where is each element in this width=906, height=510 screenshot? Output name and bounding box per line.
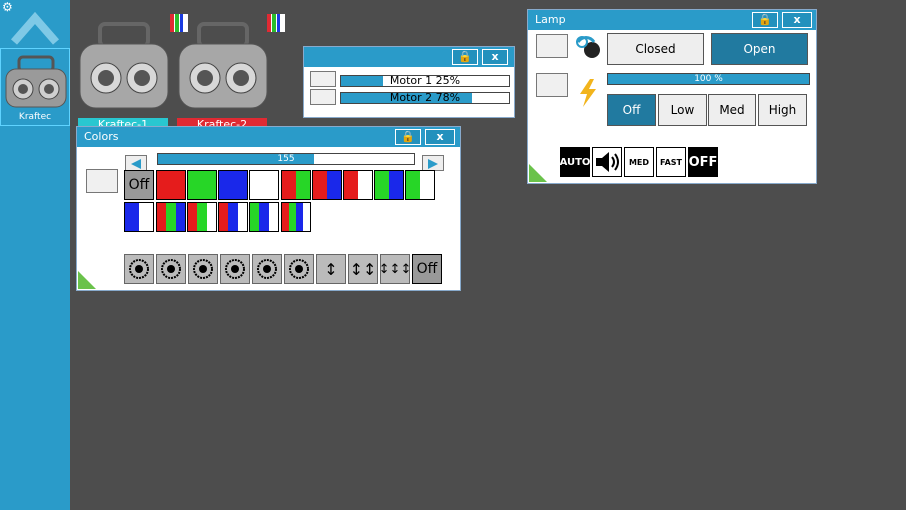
color-tile[interactable]	[124, 202, 154, 232]
sidebar-item-kraftec[interactable]: Kraftec	[0, 48, 70, 126]
rotate-cw-fast-icon[interactable]	[284, 254, 314, 284]
motor-1-bar[interactable]: Motor 1 25%	[340, 75, 510, 87]
open-button[interactable]: Open	[711, 33, 808, 65]
rotate-ccw-slow-icon[interactable]	[124, 254, 154, 284]
fixture-kraftec-2[interactable]: Kraftec-2	[177, 14, 269, 134]
lamp-window: Lamp 🔒 x Closed Open 100 % Off Low Med H…	[527, 9, 817, 184]
color-tile[interactable]	[249, 170, 279, 200]
close-icon[interactable]: x	[782, 12, 812, 28]
fixture-icon	[79, 22, 169, 109]
color-tile[interactable]	[156, 170, 186, 200]
lamp-toggle-button[interactable]	[536, 73, 568, 97]
color-tile[interactable]	[156, 202, 186, 232]
fixture-icon	[178, 22, 268, 109]
resize-handle[interactable]	[78, 271, 96, 289]
motor-2-button[interactable]	[310, 89, 336, 105]
colors-window: Colors 🔒 x 155 Off ↕ ↕↕ ↕↕↕ Off	[76, 126, 461, 291]
auto-icon[interactable]: AUTO	[560, 147, 590, 177]
arrow-left-button[interactable]	[125, 155, 147, 171]
lamp-level-bar[interactable]: 100 %	[607, 73, 810, 85]
ctrl-off-button[interactable]: Off	[412, 254, 442, 284]
speaker-icon[interactable]	[592, 147, 622, 177]
med-speed-icon[interactable]: MED	[624, 147, 654, 177]
motor-window: 🔒 x Motor 1 25% Motor 2 78%	[303, 46, 515, 118]
mode-med-button[interactable]: Med	[708, 94, 756, 126]
color-tile[interactable]	[281, 170, 311, 200]
rotate-ccw-med-icon[interactable]	[188, 254, 218, 284]
shutter-icon	[576, 36, 600, 58]
close-icon[interactable]: x	[425, 129, 455, 145]
lightning-icon	[580, 79, 596, 107]
color-tile[interactable]	[187, 170, 217, 200]
colors-toggle-button[interactable]	[86, 169, 118, 193]
motor-2-text: Motor 2 78%	[389, 91, 461, 104]
vertical-arrow-2-icon[interactable]: ↕↕	[348, 254, 378, 284]
closed-button[interactable]: Closed	[607, 33, 704, 65]
motor-1-text: Motor 1 25%	[389, 74, 461, 87]
color-off-tile[interactable]: Off	[124, 170, 154, 200]
shutter-toggle-button[interactable]	[536, 34, 568, 58]
vertical-arrow-1-icon[interactable]: ↕	[316, 254, 346, 284]
lock-icon[interactable]: 🔒	[452, 49, 478, 65]
color-tile[interactable]	[218, 202, 248, 232]
arrow-left-icon	[131, 159, 141, 169]
color-slider-text: 155	[277, 154, 295, 164]
rotate-cw-med-icon[interactable]	[220, 254, 250, 284]
off-icon[interactable]: OFF	[688, 147, 718, 177]
arrow-right-icon	[428, 159, 438, 169]
color-tile[interactable]	[343, 170, 373, 200]
lamp-level-text: 100 %	[694, 74, 723, 84]
color-tile[interactable]	[281, 202, 311, 232]
sidebar-item-label: Kraftec	[18, 112, 52, 122]
color-tile[interactable]	[249, 202, 279, 232]
rgb-icon[interactable]	[267, 14, 285, 32]
lock-icon[interactable]: 🔒	[752, 12, 778, 28]
color-tile[interactable]	[405, 170, 435, 200]
color-tile[interactable]	[218, 170, 248, 200]
color-tile[interactable]	[312, 170, 342, 200]
fixture-kraftec-1[interactable]: Kraftec-1	[78, 14, 170, 134]
resize-handle[interactable]	[529, 164, 547, 182]
lock-icon[interactable]: 🔒	[395, 129, 421, 145]
chevron-up-icon[interactable]	[10, 8, 60, 48]
color-tile[interactable]	[374, 170, 404, 200]
fixture-icon	[5, 55, 67, 108]
sidebar: ⚙ Kraftec	[0, 0, 70, 510]
motor-1-button[interactable]	[310, 71, 336, 87]
rotate-cw-slow-icon[interactable]	[156, 254, 186, 284]
color-slider[interactable]: 155	[157, 153, 415, 165]
vertical-arrow-3-icon[interactable]: ↕↕↕	[379, 254, 411, 284]
mode-low-button[interactable]: Low	[658, 94, 707, 126]
arrow-right-button[interactable]	[422, 155, 444, 171]
fast-speed-icon[interactable]: FAST	[656, 147, 686, 177]
color-tile[interactable]	[187, 202, 217, 232]
mode-high-button[interactable]: High	[758, 94, 807, 126]
rotate-ccw-fast-icon[interactable]	[252, 254, 282, 284]
motor-2-bar[interactable]: Motor 2 78%	[340, 92, 510, 104]
close-icon[interactable]: x	[482, 49, 508, 65]
mode-off-button[interactable]: Off	[607, 94, 656, 126]
